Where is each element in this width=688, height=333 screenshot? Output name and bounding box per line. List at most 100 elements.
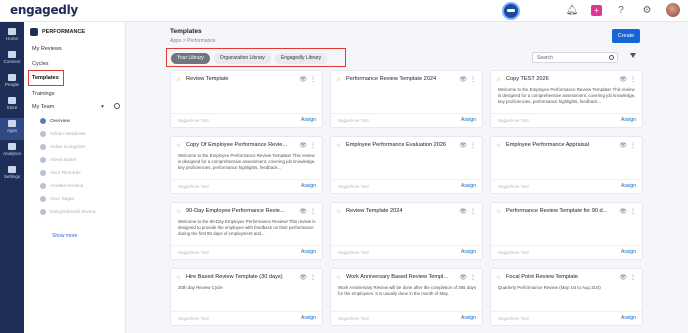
eye-icon[interactable]: 👁︎ <box>459 274 467 281</box>
template-card[interactable]: ☆ Employee Performance Appraisal 👁︎ ⋮ Na… <box>490 136 643 194</box>
card-title[interactable]: Employee Performance Appraisal <box>506 142 614 148</box>
eye-icon[interactable]: 👁︎ <box>299 208 307 215</box>
more-icon[interactable]: ⋮ <box>630 76 636 83</box>
card-title[interactable]: Hire Based Review Template (30 days) <box>186 274 294 280</box>
card-title[interactable]: Review Template <box>186 76 294 82</box>
template-card[interactable]: ☆ Copy Of Employee Performance Revie... … <box>170 136 323 194</box>
star-icon[interactable]: ☆ <box>336 208 341 215</box>
template-card[interactable]: ☆ Review Template 2024 👁︎ ⋮ Nagashree Te… <box>330 202 483 260</box>
template-card[interactable]: ☆ Employee Performance Evaluation 2026 👁… <box>330 136 483 194</box>
team-member[interactable]: Anastia Kristina <box>40 183 83 189</box>
eye-icon[interactable]: 👁︎ <box>299 76 307 83</box>
more-icon[interactable]: ⋮ <box>630 208 636 215</box>
eye-icon[interactable]: 👁︎ <box>619 274 627 281</box>
rail-item-settings[interactable]: Settings <box>0 164 24 186</box>
star-icon[interactable]: ☆ <box>336 274 341 281</box>
avatar[interactable] <box>666 3 680 17</box>
search-icon[interactable] <box>114 103 120 109</box>
assign-button[interactable]: Assign <box>301 117 316 123</box>
star-icon[interactable]: ☆ <box>176 274 181 281</box>
more-icon[interactable]: ⋮ <box>470 76 476 83</box>
more-icon[interactable]: ⋮ <box>310 274 316 281</box>
eye-icon[interactable]: 👁︎ <box>459 76 467 83</box>
card-title[interactable]: Work Anniversary Based Review Templ... <box>346 274 454 280</box>
template-card[interactable]: ☆ Performance Review Template for 90 d..… <box>490 202 643 260</box>
assign-button[interactable]: Assign <box>301 249 316 255</box>
assign-button[interactable]: Assign <box>461 315 476 321</box>
rail-item-connect[interactable]: Connect <box>0 49 24 71</box>
more-icon[interactable]: ⋮ <box>470 208 476 215</box>
rail-item-store[interactable]: Store <box>0 95 24 117</box>
rail-item-home[interactable]: Home <box>0 26 24 48</box>
eye-icon[interactable]: 👁︎ <box>299 274 307 281</box>
card-title[interactable]: Employee Performance Evaluation 2026 <box>346 142 454 148</box>
card-title[interactable]: Performance Review Template for 90 d... <box>506 208 614 214</box>
card-title[interactable]: 90-Day Employee Performance Revie... <box>186 208 294 214</box>
assign-button[interactable]: Assign <box>621 249 636 255</box>
eye-icon[interactable]: 👁︎ <box>619 142 627 149</box>
search-input[interactable]: Search <box>532 52 618 63</box>
rail-item-apps[interactable]: Apps <box>0 118 24 140</box>
rail-item-analytics[interactable]: Analytics <box>0 141 24 163</box>
card-title[interactable]: Focal Point Review Template <box>506 274 614 280</box>
assign-button[interactable]: Assign <box>301 183 316 189</box>
assign-button[interactable]: Assign <box>621 315 636 321</box>
card-title[interactable]: Performance Review Template 2024 <box>346 76 454 82</box>
card-title[interactable]: Copy TEST 2026 <box>506 76 614 82</box>
team-member[interactable]: Alice Richards <box>40 170 81 176</box>
card-title[interactable]: Copy Of Employee Performance Revie... <box>186 142 294 148</box>
star-icon[interactable]: ☆ <box>496 208 501 215</box>
filter-icon[interactable] <box>630 53 636 58</box>
more-icon[interactable]: ⋮ <box>310 208 316 215</box>
sidebar-item-trainings[interactable]: Trainings <box>32 91 54 97</box>
template-card[interactable]: ☆ Copy TEST 2026 👁︎ ⋮ Welcome to the Emp… <box>490 70 643 128</box>
star-icon[interactable]: ☆ <box>176 142 181 149</box>
more-icon[interactable]: ⋮ <box>310 76 316 83</box>
chevron-down-icon[interactable]: ▼ <box>100 104 105 110</box>
more-icon[interactable]: ⋮ <box>470 274 476 281</box>
team-member[interactable]: Adrian Meadows <box>40 131 86 137</box>
plus-icon[interactable]: + <box>591 4 602 16</box>
star-icon[interactable]: ☆ <box>496 142 501 149</box>
assign-button[interactable]: Assign <box>461 249 476 255</box>
assign-button[interactable]: Assign <box>461 117 476 123</box>
eye-icon[interactable]: 👁︎ <box>459 208 467 215</box>
template-card[interactable]: ☆ Hire Based Review Template (30 days) 👁… <box>170 268 323 326</box>
team-member[interactable]: Alexis Baker <box>40 157 77 163</box>
star-icon[interactable]: ☆ <box>336 76 341 83</box>
template-card[interactable]: ☆ Focal Point Review Template 👁︎ ⋮ Quart… <box>490 268 643 326</box>
eye-icon[interactable]: 👁︎ <box>619 76 627 83</box>
star-icon[interactable]: ☆ <box>176 208 181 215</box>
assign-button[interactable]: Assign <box>301 315 316 321</box>
team-member[interactable]: Arun Sagar <box>40 196 74 202</box>
card-title[interactable]: Review Template 2024 <box>346 208 454 214</box>
template-card[interactable]: ☆ Work Anniversary Based Review Templ...… <box>330 268 483 326</box>
eye-icon[interactable]: 👁︎ <box>299 142 307 149</box>
gear-icon[interactable]: ⚙ <box>640 3 654 17</box>
team-member[interactable]: DaisyDeborah Rivera <box>40 209 96 215</box>
team-overview[interactable]: Overview <box>40 118 70 124</box>
eye-icon[interactable]: 👁︎ <box>619 208 627 215</box>
sidebar-item-my-reviews[interactable]: My Reviews <box>32 46 62 52</box>
sidebar-item-cycles[interactable]: Cycles <box>32 61 49 67</box>
assign-button[interactable]: Assign <box>461 183 476 189</box>
help-icon[interactable]: ? <box>614 3 628 17</box>
more-icon[interactable]: ⋮ <box>630 274 636 281</box>
search-icon[interactable] <box>609 55 614 60</box>
template-card[interactable]: ☆ 90-Day Employee Performance Revie... 👁… <box>170 202 323 260</box>
more-icon[interactable]: ⋮ <box>470 142 476 149</box>
team-member[interactable]: Aidan Livingston <box>40 144 85 150</box>
create-button[interactable]: Create <box>612 29 640 43</box>
engagedly-logo[interactable]: engagedly <box>10 3 78 17</box>
template-card[interactable]: ☆ Performance Review Template 2024 👁︎ ⋮ … <box>330 70 483 128</box>
more-icon[interactable]: ⋮ <box>630 142 636 149</box>
star-icon[interactable]: ☆ <box>176 76 181 83</box>
star-icon[interactable]: ☆ <box>496 274 501 281</box>
breadcrumb[interactable]: Apps > Performance <box>170 38 216 44</box>
template-card[interactable]: ☆ Review Template 👁︎ ⋮ Nagashree Test As… <box>170 70 323 128</box>
star-icon[interactable]: ☆ <box>336 142 341 149</box>
eye-icon[interactable]: 👁︎ <box>459 142 467 149</box>
star-icon[interactable]: ☆ <box>496 76 501 83</box>
assign-button[interactable]: Assign <box>621 183 636 189</box>
show-more-link[interactable]: Show more <box>52 233 77 239</box>
